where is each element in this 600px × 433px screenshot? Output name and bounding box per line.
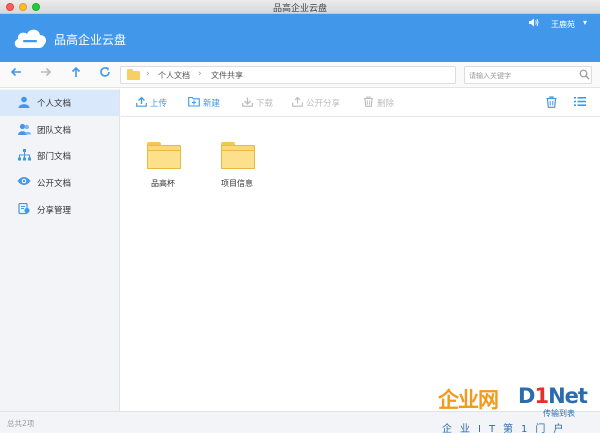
download-button[interactable]: 下载 [241, 96, 279, 110]
folder-name: 品高杯 [151, 179, 175, 188]
sidebar-item-label: 部门文档 [37, 152, 72, 162]
watermark-small-text: 传输到表 [543, 409, 575, 418]
file-toolbar: 上传 新建 下载 公开分享 删除 [121, 89, 600, 117]
sidebar: 个人文档 团队文档 部门文档 公开文档 分享管理 [0, 89, 120, 411]
user-menu-caret-icon[interactable]: ▾ [583, 18, 587, 27]
upload-button[interactable]: 上传 [135, 96, 173, 110]
sidebar-item-public-docs[interactable]: 公开文档 [0, 170, 119, 196]
sidebar-item-label: 个人文档 [37, 99, 72, 109]
share-icon [291, 96, 303, 108]
folder-item[interactable]: 品高杯 [133, 138, 193, 198]
window-titlebar: 品高企业云盘 [0, 0, 600, 14]
person-icon [17, 96, 31, 110]
new-folder-icon [188, 96, 200, 108]
window-title: 品高企业云盘 [272, 4, 327, 14]
back-arrow-icon[interactable] [8, 66, 24, 82]
chevron-right-icon: › [146, 69, 150, 79]
folder-name: 项目信息 [221, 179, 253, 188]
sidebar-item-share-management[interactable]: 分享管理 [0, 197, 119, 223]
public-share-button[interactable]: 公开分享 [291, 96, 349, 110]
new-label: 新建 [203, 99, 221, 109]
speaker-icon[interactable] [529, 18, 539, 30]
folder-icon [221, 142, 255, 169]
sidebar-item-label: 分享管理 [37, 206, 72, 216]
breadcrumb: › 个人文档 › 文件共享 [120, 66, 456, 84]
download-icon [241, 96, 253, 108]
refresh-icon[interactable] [97, 66, 113, 82]
upload-label: 上传 [150, 99, 168, 109]
sidebar-item-team-docs[interactable]: 团队文档 [0, 117, 119, 143]
sidebar-item-label: 团队文档 [37, 126, 72, 136]
watermark-subtitle: 企业IT第1门户 [442, 424, 572, 433]
delete-button[interactable]: 删除 [362, 96, 400, 110]
eye-icon [17, 176, 31, 190]
user-name[interactable]: 王鹿苑 [551, 19, 575, 30]
item-count: 总共2项 [7, 419, 35, 428]
breadcrumb-item[interactable]: 个人文档 [158, 70, 190, 81]
chevron-right-icon: › [198, 69, 202, 79]
org-chart-icon [17, 149, 31, 163]
app-name: 品高企业云盘 [54, 33, 127, 47]
download-label: 下载 [256, 99, 274, 109]
watermark-en: D1Net [518, 384, 588, 408]
navigation-bar: › 个人文档 › 文件共享 [0, 62, 600, 88]
search-input[interactable] [469, 69, 575, 82]
sidebar-item-personal-docs[interactable]: 个人文档 [0, 90, 119, 116]
new-button[interactable]: 新建 [188, 96, 226, 110]
recycle-bin-icon[interactable] [544, 96, 558, 110]
watermark-cn: 企业网 [438, 388, 499, 412]
folder-icon [147, 142, 181, 169]
forward-arrow-icon[interactable] [38, 66, 54, 82]
folder-icon [127, 69, 140, 80]
folder-item[interactable]: 项目信息 [207, 138, 267, 198]
watermark-logo: 企业网 D1Net 传输到表 企业IT第1门户 [438, 382, 600, 433]
sidebar-item-label: 公开文档 [37, 179, 72, 189]
list-view-icon[interactable] [573, 96, 587, 110]
public-share-label: 公开分享 [306, 99, 341, 109]
search-box [464, 66, 592, 84]
team-icon [17, 123, 31, 137]
delete-label: 删除 [377, 99, 395, 109]
up-arrow-icon[interactable] [68, 66, 84, 82]
file-grid: 品高杯 项目信息 [121, 118, 600, 411]
breadcrumb-item[interactable]: 文件共享 [211, 70, 243, 81]
share-manage-icon [17, 202, 31, 217]
trash-icon [362, 96, 374, 108]
cloud-logo-icon [12, 26, 48, 53]
search-icon[interactable] [579, 69, 590, 83]
sidebar-item-department-docs[interactable]: 部门文档 [0, 143, 119, 169]
upload-icon [135, 96, 147, 108]
app-header: 品高企业云盘 王鹿苑 ▾ [0, 14, 600, 62]
